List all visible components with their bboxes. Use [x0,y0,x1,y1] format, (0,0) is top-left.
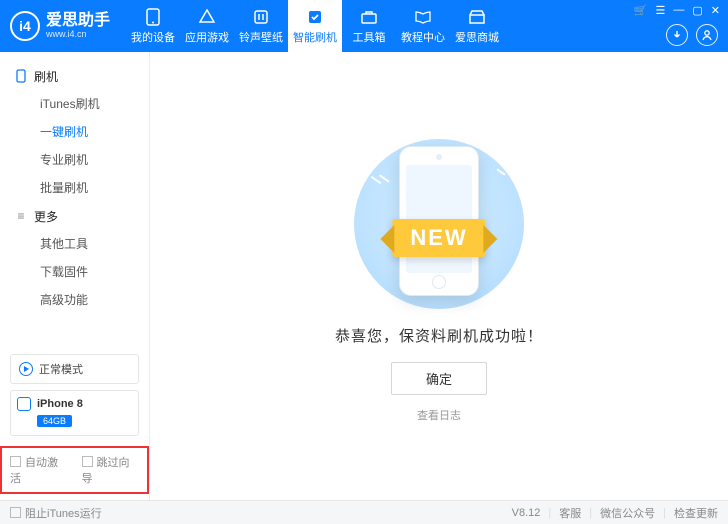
list-icon: ≡ [14,209,28,223]
version-label: V8.12 [512,507,541,519]
window-controls: 🛒 ☰ — ▢ ✕ [634,4,720,17]
capacity-badge: 64GB [37,415,72,427]
status-bar: 阻止iTunes运行 V8.12 | 客服 | 微信公众号 | 检查更新 [0,500,728,524]
app-logo: i4 爱思助手 www.i4.cn [0,11,120,41]
phone-icon [144,8,162,26]
tab-my-device[interactable]: 我的设备 [126,0,180,52]
account-button[interactable] [696,24,718,46]
flash-options: 自动激活 跳过向导 [0,446,149,494]
top-tabs: 我的设备 应用游戏 铃声壁纸 智能刷机 工具箱 [126,0,504,52]
device-icon [17,397,31,411]
sidebar: 刷机 iTunes刷机 一键刷机 专业刷机 批量刷机 ≡ 更多 其他工具 下载固… [0,52,150,500]
cart-icon[interactable]: 🛒 [634,4,648,17]
tab-label: 智能刷机 [293,29,337,45]
sidebar-item-itunesflash[interactable]: iTunes刷机 [0,90,149,118]
store-icon [468,8,486,26]
wechat-link[interactable]: 微信公众号 [600,505,655,521]
checkbox-auto-activate[interactable]: 自动激活 [10,454,68,486]
music-icon [252,8,270,26]
tab-apps[interactable]: 应用游戏 [180,0,234,52]
book-icon [414,8,432,26]
brand-name: 爱思助手 [46,13,110,29]
play-icon [19,362,33,376]
apps-icon [198,8,216,26]
sidebar-item-proflash[interactable]: 专业刷机 [0,146,149,174]
title-bar: i4 爱思助手 www.i4.cn 我的设备 应用游戏 铃声壁纸 [0,0,728,52]
brand-url: www.i4.cn [46,29,110,39]
sidebar-group-more: ≡ 更多 [0,202,149,230]
new-ribbon: NEW [392,219,485,257]
sidebar-group-flash: 刷机 [0,62,149,90]
sidebar-item-advanced[interactable]: 高级功能 [0,286,149,314]
header-actions [666,24,718,46]
mode-label: 正常模式 [39,361,83,377]
maximize-icon[interactable]: ▢ [692,4,702,17]
checkbox-skip-guide[interactable]: 跳过向导 [82,454,140,486]
mode-status[interactable]: 正常模式 [10,354,139,384]
tab-label: 应用游戏 [185,29,229,45]
tab-label: 工具箱 [353,29,386,45]
toolbox-icon [360,8,378,26]
tab-flash[interactable]: 智能刷机 [288,0,342,52]
success-illustration: NEW [324,139,554,309]
tab-label: 爱思商城 [455,29,499,45]
support-link[interactable]: 客服 [559,505,581,521]
phone-outline-icon [14,69,28,83]
sidebar-item-othertools[interactable]: 其他工具 [0,230,149,258]
success-message: 恭喜您，保资料刷机成功啦！ [335,325,543,346]
device-name: iPhone 8 [37,398,83,410]
tab-label: 铃声壁纸 [239,29,283,45]
tab-ringtones[interactable]: 铃声壁纸 [234,0,288,52]
tab-tutorials[interactable]: 教程中心 [396,0,450,52]
menu-icon[interactable]: ☰ [656,4,666,17]
tab-label: 我的设备 [131,29,175,45]
confirm-button[interactable]: 确定 [391,362,487,395]
tab-tools[interactable]: 工具箱 [342,0,396,52]
minimize-icon[interactable]: — [673,4,684,17]
sidebar-item-batchflash[interactable]: 批量刷机 [0,174,149,202]
tab-store[interactable]: 爱思商城 [450,0,504,52]
group-label: 刷机 [34,68,58,85]
flash-icon [306,8,324,26]
group-label: 更多 [34,208,58,225]
device-card[interactable]: iPhone 8 64GB [10,390,139,436]
download-button[interactable] [666,24,688,46]
sidebar-item-oneclick[interactable]: 一键刷机 [0,118,149,146]
tab-label: 教程中心 [401,29,445,45]
sidebar-item-download-fw[interactable]: 下载固件 [0,258,149,286]
view-log-link[interactable]: 查看日志 [417,407,461,423]
main-panel: NEW 恭喜您，保资料刷机成功啦！ 确定 查看日志 [150,52,728,500]
close-icon[interactable]: ✕ [711,4,720,17]
checkbox-block-itunes[interactable]: 阻止iTunes运行 [10,505,102,521]
check-update-link[interactable]: 检查更新 [674,505,718,521]
logo-icon: i4 [10,11,40,41]
